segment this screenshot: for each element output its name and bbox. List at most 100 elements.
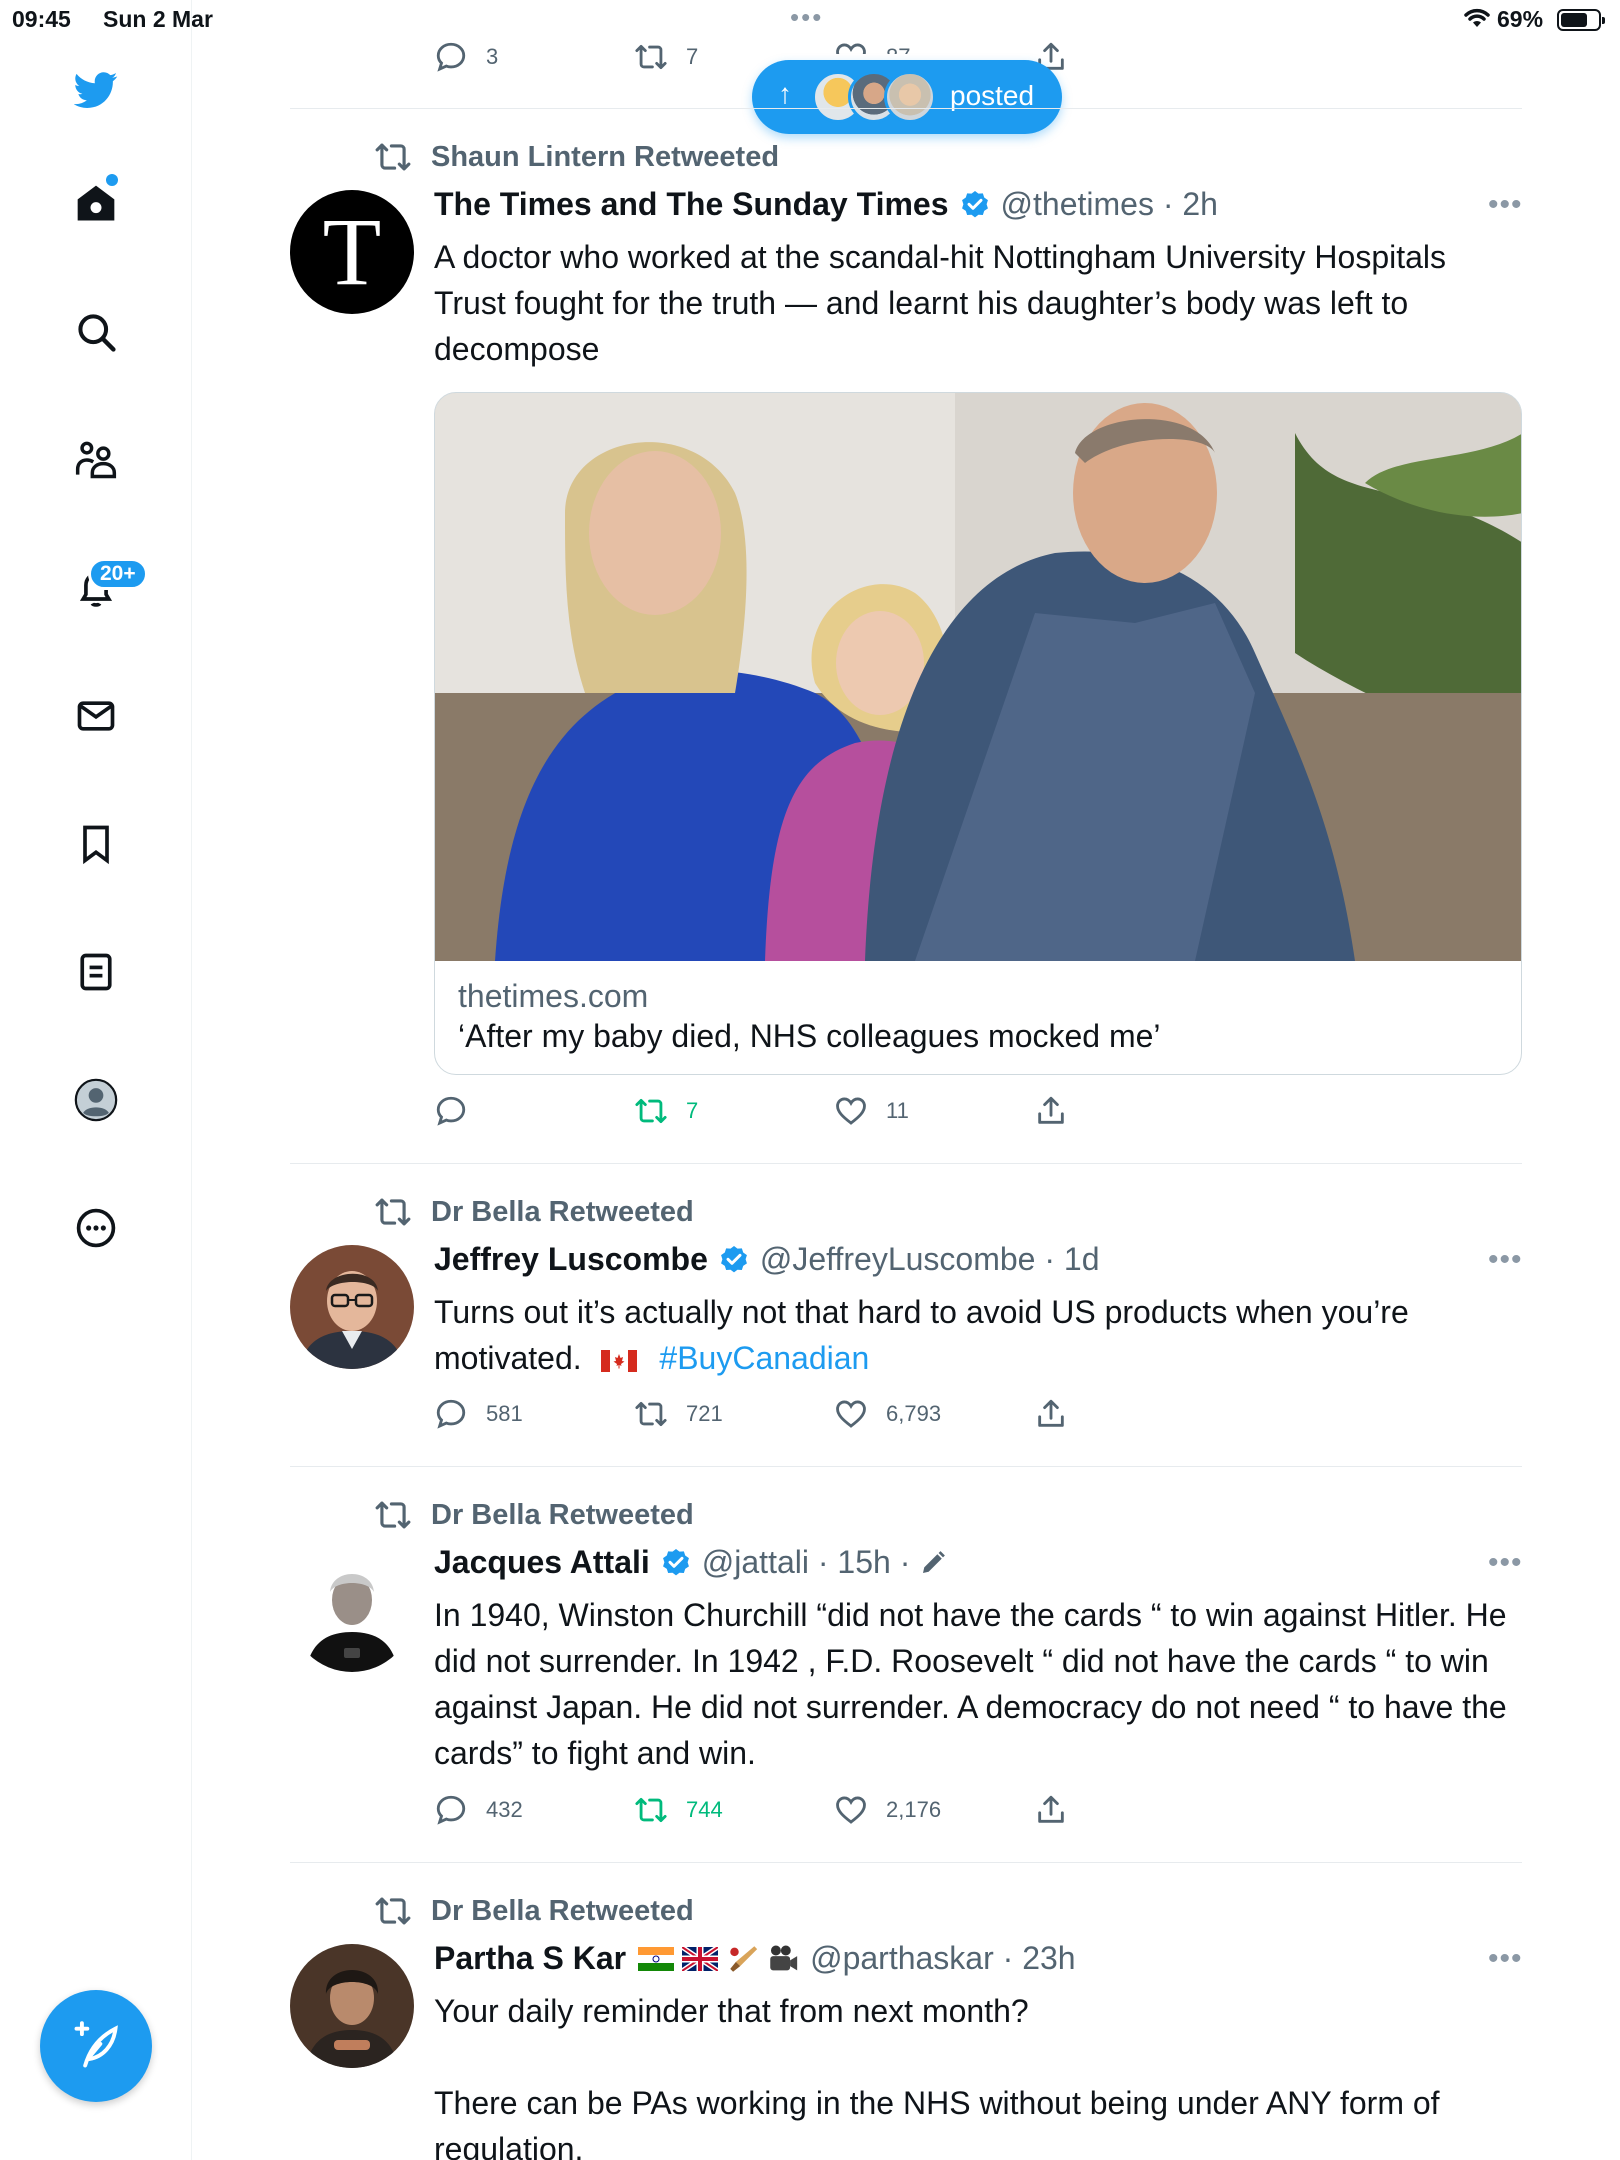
tweet-more-icon[interactable]: ••• [1488, 1942, 1523, 1976]
reply-count: 3 [486, 44, 499, 69]
retweet-icon [375, 143, 411, 171]
battery-percent: 69% [1497, 6, 1544, 32]
author-name[interactable]: Jacques Attali [434, 1544, 650, 1581]
reply-icon [436, 1096, 466, 1126]
communities-icon[interactable] [66, 430, 126, 490]
like-count: 6,793 [886, 1401, 942, 1426]
card-domain: thetimes.com [458, 978, 649, 1014]
heart-icon [836, 1097, 866, 1125]
profile-avatar-icon[interactable] [66, 1070, 126, 1130]
tweet-more-icon[interactable]: ••• [1488, 1243, 1523, 1277]
author-name[interactable]: Partha S Kar [434, 1940, 626, 1977]
tweet-text-line2: There can be PAs working in the NHS with… [434, 2085, 1440, 2160]
reply-icon [436, 1399, 466, 1429]
lists-icon[interactable] [66, 942, 126, 1002]
new-posts-pill[interactable]: ↑ posted [752, 60, 1062, 134]
tweet-text: In 1940, Winston Churchill “did not have… [434, 1597, 1507, 1771]
author-handle[interactable]: @parthaskar · 23h [810, 1940, 1076, 1977]
twitter-logo-icon[interactable] [66, 60, 126, 120]
share-icon [1038, 1795, 1064, 1823]
retweeted-by: Dr Bella Retweeted [374, 1892, 694, 1930]
like-button[interactable]: 2,176 [834, 1793, 941, 1827]
tweet-more-icon[interactable]: ••• [1488, 1546, 1523, 1580]
retweet-icon [635, 1098, 667, 1124]
author-name[interactable]: The Times and The Sunday Times [434, 186, 949, 223]
movie-camera-icon [770, 1945, 798, 1970]
sidebar: 20+ [0, 0, 192, 2160]
feed-divider [290, 1163, 1522, 1164]
author-handle[interactable]: @jattali · 15h · [702, 1544, 911, 1581]
retweet-button[interactable]: 744 [634, 1793, 723, 1827]
messages-envelope-icon[interactable] [66, 686, 126, 746]
tweet-more-icon[interactable]: ••• [1488, 188, 1523, 222]
retweet-icon [375, 1501, 411, 1529]
notifications-badge: 20+ [88, 558, 148, 590]
like-count: 11 [886, 1098, 909, 1123]
verified-badge-icon [961, 190, 988, 217]
retweet-button[interactable]: 7 [634, 1094, 698, 1128]
card-headline: ‘After my baby died, NHS colleagues mock… [458, 1018, 1161, 1054]
verified-badge-icon [662, 1548, 689, 1575]
retweet-count: 7 [686, 44, 699, 69]
tweet-text: A doctor who worked at the scandal-hit N… [434, 239, 1447, 367]
wifi-icon [1464, 8, 1490, 27]
reply-button[interactable]: 3 [434, 40, 498, 74]
share-button[interactable] [1034, 1397, 1086, 1431]
verified-badge-icon [720, 1245, 747, 1272]
kar-avatar[interactable] [290, 1944, 414, 2068]
feed-divider [290, 1466, 1522, 1467]
link-card[interactable]: thetimes.com ‘After my baby died, NHS co… [434, 392, 1522, 1075]
retweeted-by-label: Dr Bella Retweeted [431, 1498, 694, 1531]
like-button[interactable]: 11 [834, 1094, 909, 1128]
tweet-header: Partha S Kar @parthaskar · 23h [434, 1940, 1076, 1977]
compose-tweet-button[interactable] [40, 1990, 152, 2102]
hashtag-link[interactable]: #BuyCanadian [659, 1340, 869, 1376]
retweet-icon [635, 1401, 667, 1427]
status-bar: 09:45 Sun 2 Mar ••• 69% [0, 0, 1620, 40]
more-options-icon[interactable] [66, 1198, 126, 1258]
home-unread-dot [106, 174, 118, 186]
multitasking-dots-icon[interactable]: ••• [790, 2, 823, 33]
bookmarks-icon[interactable] [66, 814, 126, 874]
retweeted-by-label: Dr Bella Retweeted [431, 1894, 694, 1927]
svg-text:T: T [323, 198, 382, 305]
tweet-header: Jeffrey Luscombe @JeffreyLuscombe · 1d [434, 1241, 1099, 1278]
reply-icon [436, 42, 466, 72]
retweeted-by: Dr Bella Retweeted [374, 1193, 694, 1231]
retweeted-by-label: Dr Bella Retweeted [431, 1195, 694, 1228]
retweeted-by: Dr Bella Retweeted [374, 1496, 694, 1534]
attali-avatar[interactable] [290, 1548, 414, 1672]
tweet-text-line1: Your daily reminder that from next month… [434, 1993, 1029, 2029]
reply-button[interactable]: 581 [434, 1397, 523, 1431]
retweet-icon [635, 44, 667, 70]
reply-button[interactable]: 432 [434, 1793, 523, 1827]
heart-icon [836, 1796, 866, 1824]
times-avatar[interactable]: T [290, 190, 414, 314]
arrow-up-icon: ↑ [778, 78, 792, 109]
uk-flag-icon [682, 1946, 719, 1971]
india-flag-icon [638, 1946, 675, 1971]
edited-pencil-icon[interactable] [918, 1548, 948, 1578]
like-button[interactable]: 6,793 [834, 1397, 941, 1431]
author-name[interactable]: Jeffrey Luscombe [434, 1241, 708, 1278]
compose-feather-icon [74, 2021, 118, 2068]
tweet-text: Turns out it’s actually not that hard to… [434, 1289, 1524, 1381]
retweet-count: 721 [686, 1401, 723, 1426]
share-button[interactable] [1034, 1094, 1086, 1128]
retweeted-by: Shaun Lintern Retweeted [374, 138, 779, 176]
feed-divider [290, 1862, 1522, 1863]
reply-count: 581 [486, 1401, 523, 1426]
canada-flag-icon [600, 1349, 637, 1372]
reply-icon [436, 1795, 466, 1825]
retweet-count: 7 [686, 1098, 699, 1123]
author-handle[interactable]: @JeffreyLuscombe · 1d [760, 1241, 1100, 1278]
retweet-button[interactable]: 7 [634, 40, 698, 74]
share-button[interactable] [1034, 1793, 1086, 1827]
luscombe-avatar[interactable] [290, 1245, 414, 1369]
feed-divider [290, 108, 1522, 109]
search-icon[interactable] [66, 302, 126, 362]
cricket-icon [730, 1945, 758, 1972]
author-handle[interactable]: @thetimes · 2h [1001, 186, 1218, 223]
retweet-button[interactable]: 721 [634, 1397, 723, 1431]
reply-button[interactable] [434, 1094, 486, 1128]
